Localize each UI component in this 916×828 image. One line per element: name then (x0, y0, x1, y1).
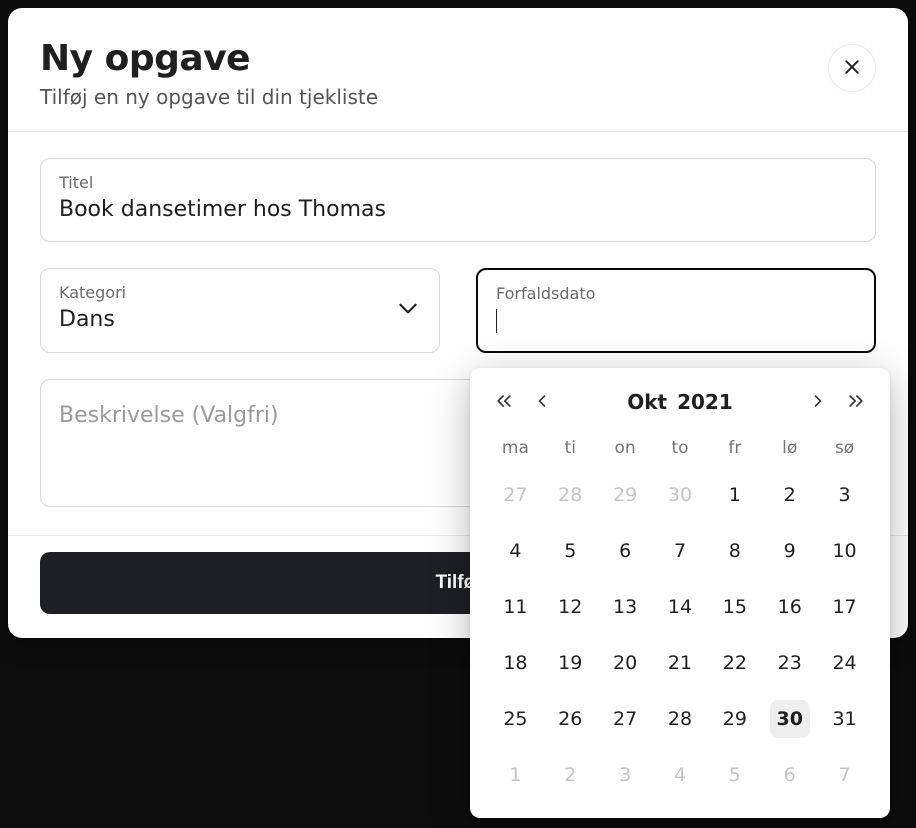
datepicker-day[interactable]: 15 (715, 588, 755, 626)
datepicker-day[interactable]: 11 (495, 588, 535, 626)
next-month-button[interactable] (808, 391, 828, 414)
datepicker-day[interactable]: 4 (660, 756, 700, 794)
datepicker-dow: lø (762, 438, 817, 458)
datepicker-day[interactable]: 20 (605, 644, 645, 682)
datepicker-day[interactable]: 29 (605, 476, 645, 514)
datepicker-day[interactable]: 17 (825, 588, 865, 626)
datepicker-day[interactable]: 24 (825, 644, 865, 682)
datepicker-day[interactable]: 28 (660, 700, 700, 738)
datepicker-header: Okt 2021 (488, 390, 872, 414)
datepicker-day[interactable]: 5 (550, 532, 590, 570)
title-value: Book dansetimer hos Thomas (59, 197, 386, 222)
prev-month-button[interactable] (532, 391, 552, 414)
category-label: Kategori (59, 283, 421, 302)
prev-year-button[interactable] (494, 391, 514, 414)
datepicker-day[interactable]: 16 (770, 588, 810, 626)
double-chevron-left-icon (494, 391, 514, 414)
datepicker-day[interactable]: 28 (550, 476, 590, 514)
dialog-header: Ny opgave Tilføj en ny opgave til din tj… (8, 8, 908, 132)
datepicker-day[interactable]: 12 (550, 588, 590, 626)
datepicker-dow: sø (817, 438, 872, 458)
datepicker-day[interactable]: 23 (770, 644, 810, 682)
duedate-value (496, 308, 497, 333)
datepicker-day[interactable]: 7 (660, 532, 700, 570)
datepicker-day[interactable]: 31 (825, 700, 865, 738)
chevron-left-icon (532, 391, 552, 414)
datepicker-day[interactable]: 7 (825, 756, 865, 794)
datepicker-grid: mationtofrløsø27282930123456789101112131… (488, 438, 872, 794)
double-chevron-right-icon (846, 391, 866, 414)
datepicker-day[interactable]: 18 (495, 644, 535, 682)
datepicker-day[interactable]: 2 (770, 476, 810, 514)
datepicker-day[interactable]: 19 (550, 644, 590, 682)
datepicker-month: Okt (627, 390, 667, 414)
description-placeholder: Beskrivelse (Valgfri) (59, 403, 279, 428)
datepicker-day[interactable]: 30 (660, 476, 700, 514)
dialog-subtitle: Tilføj en ny opgave til din tjekliste (40, 85, 378, 109)
datepicker-day[interactable]: 2 (550, 756, 590, 794)
datepicker-day[interactable]: 9 (770, 532, 810, 570)
datepicker-popover: Okt 2021 mationtofrløsø27282930123456789… (470, 368, 890, 818)
datepicker-day[interactable]: 29 (715, 700, 755, 738)
datepicker-day[interactable]: 26 (550, 700, 590, 738)
duedate-label: Forfaldsdato (496, 284, 856, 303)
datepicker-day[interactable]: 6 (605, 532, 645, 570)
category-select[interactable]: Kategori Dans (40, 268, 440, 354)
datepicker-dow: to (653, 438, 708, 458)
datepicker-dow: fr (707, 438, 762, 458)
duedate-field[interactable]: Forfaldsdato (476, 268, 876, 354)
datepicker-day[interactable]: 8 (715, 532, 755, 570)
datepicker-day[interactable]: 1 (495, 756, 535, 794)
datepicker-day[interactable]: 14 (660, 588, 700, 626)
datepicker-day[interactable]: 3 (605, 756, 645, 794)
text-caret (496, 309, 497, 333)
close-icon (842, 57, 862, 80)
close-button[interactable] (828, 44, 876, 92)
datepicker-year: 2021 (677, 390, 733, 414)
datepicker-day[interactable]: 21 (660, 644, 700, 682)
datepicker-day[interactable]: 5 (715, 756, 755, 794)
datepicker-title[interactable]: Okt 2021 (627, 390, 733, 414)
datepicker-day[interactable]: 6 (770, 756, 810, 794)
datepicker-day[interactable]: 22 (715, 644, 755, 682)
datepicker-dow: on (598, 438, 653, 458)
datepicker-dow: ti (543, 438, 598, 458)
datepicker-day[interactable]: 4 (495, 532, 535, 570)
datepicker-day[interactable]: 13 (605, 588, 645, 626)
dialog-title: Ny opgave (40, 38, 378, 79)
datepicker-day[interactable]: 1 (715, 476, 755, 514)
datepicker-day[interactable]: 27 (605, 700, 645, 738)
datepicker-day[interactable]: 10 (825, 532, 865, 570)
category-value: Dans (59, 307, 115, 332)
datepicker-dow: ma (488, 438, 543, 458)
datepicker-day[interactable]: 30 (770, 700, 810, 738)
chevron-right-icon (808, 391, 828, 414)
datepicker-day[interactable]: 25 (495, 700, 535, 738)
datepicker-day[interactable]: 27 (495, 476, 535, 514)
title-field[interactable]: Titel Book dansetimer hos Thomas (40, 158, 876, 242)
title-label: Titel (59, 173, 857, 192)
chevron-down-icon (395, 295, 421, 325)
next-year-button[interactable] (846, 391, 866, 414)
datepicker-day[interactable]: 3 (825, 476, 865, 514)
